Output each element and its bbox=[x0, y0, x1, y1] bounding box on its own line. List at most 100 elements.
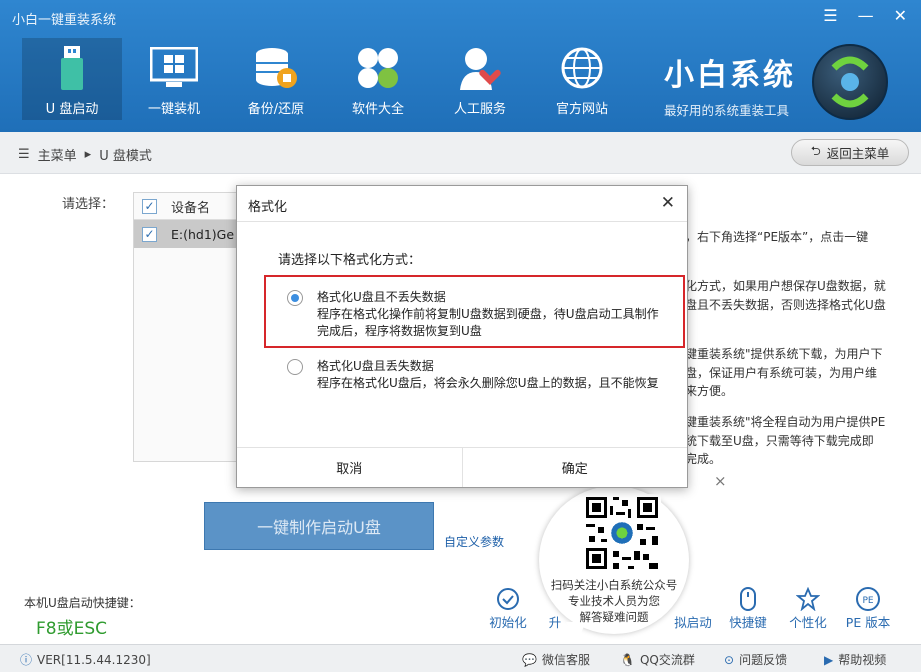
make-boot-usb-button[interactable]: 一键制作启动U盘 bbox=[204, 502, 434, 550]
app-header: 小白一键重装系统 ☰ — ✕ U 盘启动 一键装机 备份/还原 软件大全 人工服… bbox=[0, 0, 921, 132]
dialog-title: 格式化 bbox=[248, 200, 288, 215]
status-bar: ⓘ VER[11.5.44.1230] 💬 微信客服 🐧 QQ交流群 ⊙ 问题反… bbox=[0, 644, 921, 672]
qq-label: QQ交流群 bbox=[639, 653, 695, 667]
tool-label: 个性化 bbox=[789, 615, 827, 630]
help-text-line: 完成。 bbox=[685, 452, 722, 466]
qr-code-icon bbox=[583, 494, 661, 572]
dialog-footer: 取消 确定 bbox=[237, 447, 687, 487]
close-window-icon[interactable]: ✕ bbox=[894, 6, 907, 25]
breadcrumb: ☰ 主菜单 ▸ U 盘模式 bbox=[18, 145, 152, 164]
radio-keep-data[interactable] bbox=[287, 290, 303, 306]
version-text: VER[11.5.44.1230] bbox=[37, 652, 151, 667]
brand: 小白系统 最好用的系统重装工具 bbox=[664, 50, 796, 119]
usb-drive-icon bbox=[22, 44, 122, 92]
nav-backup-restore[interactable]: 备份/还原 bbox=[226, 38, 326, 120]
back-to-main-button[interactable]: ⮌ 返回主菜单 bbox=[791, 139, 909, 166]
tool-label: PE 版本 bbox=[845, 615, 891, 630]
back-button-label: 返回主菜单 bbox=[826, 146, 890, 161]
nav-official-site[interactable]: 官方网站 bbox=[532, 38, 632, 120]
clover-apps-icon bbox=[328, 44, 428, 92]
monitor-windows-icon bbox=[124, 44, 224, 92]
breadcrumb-root[interactable]: 主菜单 bbox=[38, 145, 77, 164]
nav-label: 官方网站 bbox=[555, 102, 608, 117]
nav-label: 备份/还原 bbox=[247, 102, 305, 117]
close-icon[interactable]: ✕ bbox=[661, 193, 675, 213]
window-controls: ☰ — ✕ bbox=[823, 6, 907, 25]
wechat-icon: 💬 bbox=[522, 652, 537, 667]
globe-icon bbox=[532, 44, 632, 92]
qr-caption-line: 扫码关注小白系统公众号 bbox=[550, 578, 678, 592]
tool-pe-version[interactable]: PE PE 版本 bbox=[836, 586, 900, 631]
nav-software[interactable]: 软件大全 bbox=[328, 38, 428, 120]
qq-group-link[interactable]: 🐧 QQ交流群 bbox=[620, 651, 695, 668]
pe-badge-icon: PE bbox=[836, 586, 900, 612]
custom-params-link[interactable]: 自定义参数 bbox=[444, 533, 504, 550]
tool-label: 初始化 bbox=[489, 615, 527, 630]
qr-caption-line: 专业技术人员为您 bbox=[568, 594, 660, 608]
minimize-icon[interactable]: — bbox=[858, 6, 874, 25]
play-icon: ▶ bbox=[824, 652, 834, 667]
help-text-line: 盘且不丢失数据，否则选择格式化U盘 bbox=[685, 298, 886, 312]
device-table: ✓ 设备名 ✓ E:(hd1)Ge bbox=[133, 192, 243, 462]
nav-label: 人工服务 bbox=[453, 102, 506, 117]
option-title: 格式化U盘且不丢失数据 bbox=[317, 290, 446, 304]
column-device-name: 设备名 bbox=[171, 200, 211, 216]
triangle-right-icon: ▸ bbox=[84, 147, 92, 162]
help-video-label: 帮助视频 bbox=[838, 653, 887, 667]
tool-personalize[interactable]: 个性化 bbox=[776, 586, 840, 631]
mouse-icon bbox=[716, 586, 780, 612]
option-title: 格式化U盘且丢失数据 bbox=[317, 359, 434, 373]
help-text-line: 来方便。 bbox=[685, 384, 734, 398]
device-table-header: ✓ 设备名 bbox=[134, 193, 242, 220]
help-text-line: 化方式，如果用户想保存U盘数据，就 bbox=[685, 279, 886, 293]
nav-manual-service[interactable]: 人工服务 bbox=[430, 38, 530, 120]
option-desc: 程序在格式化U盘后，将会永久删除您U盘上的数据，且不能恢复 bbox=[317, 376, 659, 390]
help-text-line: 统下载至U盘，只需等待下载完成即 bbox=[685, 434, 874, 448]
tool-label: 快捷键 bbox=[729, 615, 767, 630]
nav-label: 一键装机 bbox=[147, 102, 200, 117]
support-person-icon bbox=[430, 44, 530, 92]
table-row[interactable]: ✓ E:(hd1)Ge bbox=[134, 220, 242, 248]
check-circle-icon bbox=[476, 586, 540, 612]
tool-hotkey[interactable]: 快捷键 bbox=[716, 586, 780, 631]
app-title: 小白一键重装系统 bbox=[12, 13, 117, 28]
database-icon bbox=[226, 44, 326, 92]
confirm-button[interactable]: 确定 bbox=[461, 448, 688, 487]
qr-caption-line: 解答疑难问题 bbox=[579, 610, 649, 624]
qr-caption: 扫码关注小白系统公众号 专业技术人员为您 解答疑难问题 bbox=[545, 577, 683, 625]
device-checkbox[interactable]: ✓ bbox=[142, 226, 157, 242]
select-all-checkbox[interactable]: ✓ bbox=[142, 198, 157, 214]
option-text: 格式化U盘且丢失数据 程序在格式化U盘后，将会永久删除您U盘上的数据，且不能恢复 bbox=[317, 358, 667, 392]
help-text-line: 键重装系统"提供系统下载，为用户下 bbox=[685, 347, 883, 361]
option-desc: 程序在格式化操作前将复制U盘数据到硬盘，待U盘启动工具制作完成后，程序将数据恢复… bbox=[317, 307, 659, 338]
nav-one-click-install[interactable]: 一键装机 bbox=[124, 38, 224, 120]
dialog-prompt: 请选择以下格式化方式： bbox=[278, 253, 422, 268]
qq-icon: 🐧 bbox=[620, 652, 635, 667]
tool-initialize[interactable]: 初始化 bbox=[476, 586, 540, 631]
format-dialog: 格式化 ✕ 请选择以下格式化方式： 格式化U盘且不丢失数据 程序在格式化操作前将… bbox=[236, 185, 688, 488]
radio-lose-data[interactable] bbox=[287, 359, 303, 375]
wechat-service-link[interactable]: 💬 微信客服 bbox=[522, 651, 590, 668]
brand-subtitle: 最好用的系统重装工具 bbox=[664, 103, 790, 118]
main-nav: U 盘启动 一键装机 备份/还原 软件大全 人工服务 官方网站 bbox=[22, 38, 634, 120]
feedback-icon: ⊙ bbox=[724, 652, 735, 667]
info-circle-icon: ⓘ bbox=[20, 653, 33, 667]
help-text-line: 盘，保证用户有系统可装，为用户维 bbox=[685, 366, 878, 380]
feedback-link[interactable]: ⊙ 问题反馈 bbox=[724, 651, 787, 668]
help-text-line: ，右下角选择“PE版本”，点击一键 bbox=[685, 230, 869, 244]
nav-usb-boot[interactable]: U 盘启动 bbox=[22, 38, 122, 120]
menu-icon[interactable]: ☰ bbox=[823, 6, 837, 25]
help-panel-close-icon[interactable]: × bbox=[714, 472, 727, 490]
cancel-button[interactable]: 取消 bbox=[237, 448, 462, 487]
breadcrumb-bar: ☰ 主菜单 ▸ U 盘模式 ⮌ 返回主菜单 bbox=[0, 132, 921, 174]
dialog-header: 格式化 ✕ bbox=[237, 186, 687, 222]
nav-label: U 盘启动 bbox=[45, 102, 99, 117]
nav-label: 软件大全 bbox=[351, 102, 404, 117]
breadcrumb-current: U 盘模式 bbox=[99, 149, 152, 164]
help-video-link[interactable]: ▶ 帮助视频 bbox=[824, 651, 886, 668]
list-icon: ☰ bbox=[18, 147, 30, 162]
brand-title: 小白系统 bbox=[664, 58, 796, 93]
device-name: E:(hd1)Ge bbox=[171, 226, 235, 242]
wechat-label: 微信客服 bbox=[541, 653, 590, 667]
back-arrow-icon: ⮌ bbox=[810, 143, 821, 158]
